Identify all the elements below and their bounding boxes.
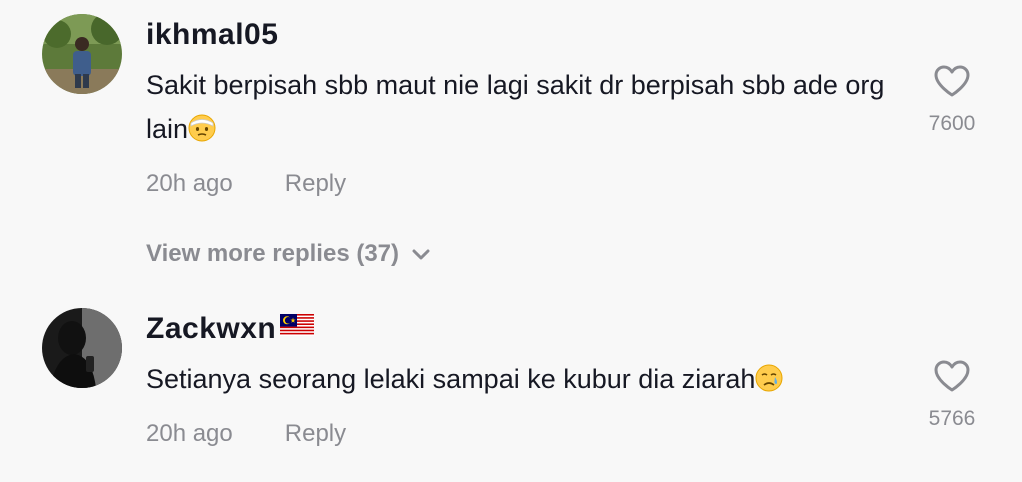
- comment-text: Setianya seorang lelaki sampai ke kubur …: [146, 357, 906, 401]
- timestamp: 20h ago: [146, 420, 233, 447]
- comment-meta: 20h ago Reply: [146, 420, 346, 448]
- comments-panel: ikhmal05 Sakit berpisah sbb maut nie lag…: [0, 0, 1022, 482]
- face-with-head-bandage-icon: [188, 111, 216, 142]
- like-control: 5766: [912, 359, 992, 431]
- heart-icon[interactable]: [933, 64, 971, 98]
- timestamp: 20h ago: [146, 170, 233, 197]
- view-more-replies-button[interactable]: View more replies (37): [146, 240, 431, 268]
- avatar[interactable]: [42, 308, 122, 388]
- reply-button[interactable]: Reply: [285, 420, 346, 447]
- view-more-replies-label: View more replies (37): [146, 240, 400, 267]
- comment-text-body: Setianya seorang lelaki sampai ke kubur …: [146, 364, 756, 394]
- username[interactable]: Zackwxn: [146, 312, 315, 346]
- chevron-down-icon: [412, 249, 430, 260]
- username-text: Zackwxn: [146, 312, 277, 345]
- comment-meta: 20h ago Reply: [146, 170, 346, 198]
- like-count: 7600: [928, 112, 976, 135]
- comment-text-body: Sakit berpisah sbb maut nie lagi sakit d…: [146, 70, 885, 144]
- heart-icon[interactable]: [933, 359, 971, 393]
- malaysia-flag-icon: [280, 314, 315, 336]
- comment-text: Sakit berpisah sbb maut nie lagi sakit d…: [146, 63, 906, 151]
- crying-face-icon: [755, 361, 783, 392]
- like-count: 5766: [928, 407, 976, 430]
- reply-button[interactable]: Reply: [285, 170, 346, 197]
- username[interactable]: ikhmal05: [146, 18, 278, 52]
- like-control: 7600: [912, 64, 992, 136]
- avatar[interactable]: [42, 14, 122, 94]
